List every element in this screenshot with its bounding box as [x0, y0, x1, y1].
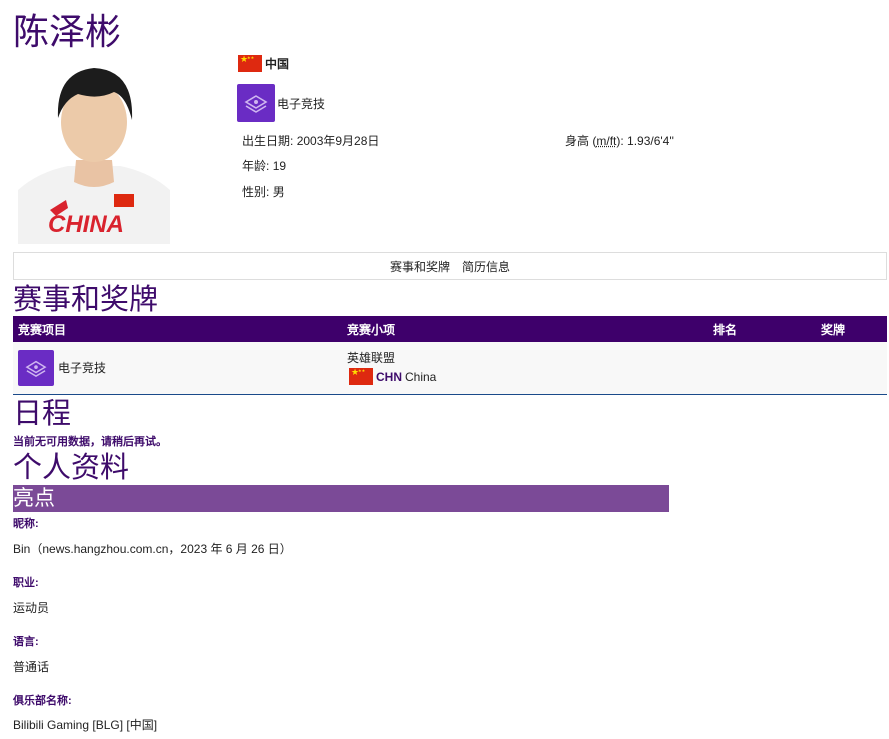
gender-label: 性别:: [242, 185, 270, 199]
subnav-bio-link[interactable]: 简历信息: [462, 258, 510, 275]
header-sport: 竞赛项目: [18, 322, 67, 337]
results-header-row: 竞赛项目 竞赛小项 排名 奖牌: [13, 316, 887, 342]
events-heading: 赛事和奖牌: [13, 284, 159, 316]
occupation-value: 运动员: [13, 601, 50, 615]
occupation-label: 职业:: [13, 577, 39, 589]
athlete-portrait: CHINA: [18, 60, 170, 244]
results-table: 竞赛项目 竞赛小项 排名 奖牌 电子竞技 英雄联盟 CHN Chin: [13, 316, 887, 395]
nickname-value: Bin（news.hangzhou.com.cn，2023 年 6 月 26 日…: [13, 542, 292, 556]
header-medal: 奖牌: [821, 322, 846, 337]
header-event: 竞赛小项: [347, 322, 396, 337]
athlete-name: 陈泽彬: [13, 11, 122, 52]
subnav-events-link[interactable]: 赛事和奖牌: [390, 258, 450, 275]
sport-row: 电子竞技: [237, 84, 325, 122]
schedule-heading: 日程: [13, 398, 72, 430]
language-label: 语言:: [13, 636, 39, 648]
rank-cell: [708, 342, 816, 394]
country-name[interactable]: 中国: [265, 55, 289, 72]
event-cell: 英雄联盟 CHN China: [342, 342, 708, 394]
section-subnav: 赛事和奖牌 简历信息: [13, 252, 887, 280]
age-value: 19: [272, 159, 287, 173]
event-name[interactable]: 英雄联盟: [347, 350, 708, 366]
china-flag-icon: [238, 52, 262, 72]
height-units: m/ft: [596, 134, 617, 148]
noc-code: CHN: [376, 369, 402, 384]
noc-name: China: [405, 369, 437, 384]
table-row: 电子竞技 英雄联盟 CHN China: [13, 342, 887, 394]
age: 年龄: 19: [242, 157, 286, 174]
country-row: 中国: [238, 52, 289, 72]
gender: 性别: 男: [242, 183, 285, 200]
birth-date: 出生日期: 2003年9月28日: [242, 132, 379, 149]
schedule-empty-message: 当前无可用数据，请稍后再试。: [13, 436, 167, 448]
gender-value: 男: [272, 185, 285, 199]
birth-label: 出生日期:: [242, 134, 294, 148]
height-label: 身高: [565, 134, 590, 148]
club-label: 俱乐部名称:: [13, 695, 72, 707]
sport-name[interactable]: 电子竞技: [58, 359, 106, 376]
height-value: 1.93/6'4'': [627, 134, 674, 148]
sport-name[interactable]: 电子竞技: [277, 95, 325, 112]
esports-icon: [237, 84, 275, 122]
nickname-label: 昵称:: [13, 518, 39, 530]
birth-value: 2003年9月28日: [296, 134, 380, 148]
esports-icon: [18, 349, 54, 386]
club-value: Bilibili Gaming [BLG] [中国]: [13, 718, 158, 732]
height: 身高 (m/ft): 1.93/6'4'': [565, 134, 674, 148]
medal-cell: [816, 342, 887, 394]
profile-heading: 个人资料: [13, 452, 130, 484]
age-label: 年龄:: [242, 159, 270, 173]
language-value: 普通话: [13, 660, 50, 674]
svg-text:CHINA: CHINA: [48, 211, 124, 238]
header-rank: 排名: [713, 322, 738, 337]
china-flag-icon: [349, 365, 373, 386]
sport-cell: 电子竞技: [13, 342, 342, 394]
highlights-header: 亮点: [13, 485, 669, 512]
